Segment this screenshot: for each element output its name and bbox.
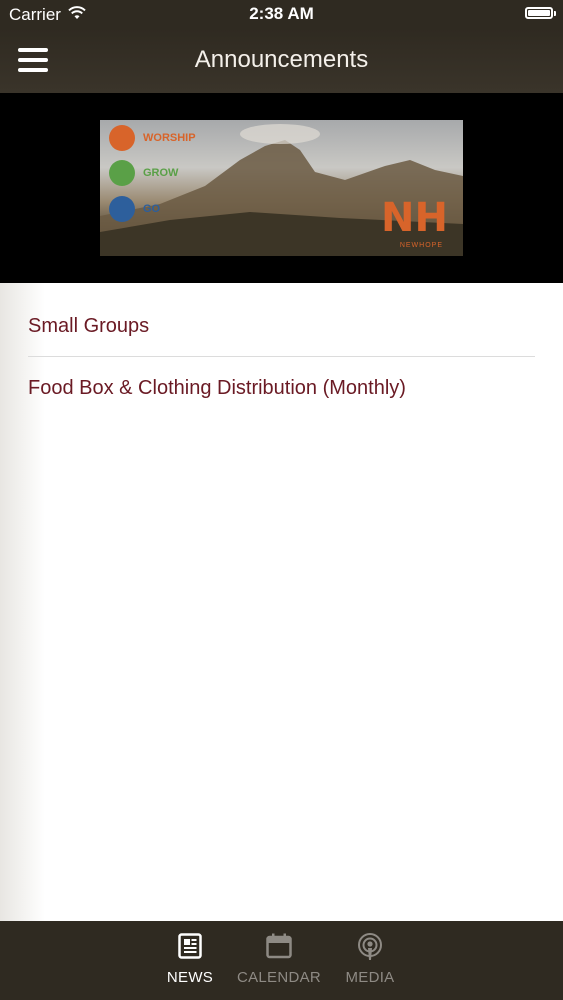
- list-item[interactable]: Small Groups: [28, 283, 535, 357]
- banner-go-label: GO: [143, 203, 161, 215]
- banner-worship: WORSHIP: [109, 125, 196, 151]
- newspaper-icon: [178, 933, 202, 964]
- tab-calendar-label: CALENDAR: [236, 969, 322, 986]
- banner-go: GO: [109, 196, 160, 222]
- tab-news[interactable]: NEWS: [160, 921, 220, 1000]
- tab-bar: NEWS CALENDAR MEDIA: [0, 921, 563, 1000]
- podcast-icon: [357, 933, 383, 966]
- worship-icon: [109, 125, 135, 151]
- status-bar: Carrier 2:38 AM: [0, 0, 563, 28]
- status-time: 2:38 AM: [249, 4, 314, 23]
- grow-icon: [109, 160, 135, 186]
- tab-calendar[interactable]: CALENDAR: [234, 921, 324, 1000]
- banner-area: WORSHIP GROW GO NH NEWHOPE: [0, 93, 563, 283]
- banner-grow: GROW: [109, 160, 178, 186]
- battery-icon: [525, 7, 556, 19]
- tab-media[interactable]: MEDIA: [338, 921, 402, 1000]
- go-icon: [109, 196, 135, 222]
- church-banner-image: WORSHIP GROW GO NH NEWHOPE: [100, 120, 463, 256]
- nav-bar: Announcements: [0, 28, 563, 93]
- nh-logo: NH: [381, 195, 448, 241]
- announcement-list: Small Groups Food Box & Clothing Distrib…: [0, 283, 563, 921]
- nh-logo-subtitle: NEWHOPE: [399, 242, 443, 249]
- page-title: Announcements: [194, 46, 369, 73]
- tab-news-label: NEWS: [166, 969, 214, 986]
- list-item[interactable]: Food Box & Clothing Distribution (Monthl…: [28, 357, 535, 405]
- tab-media-label: MEDIA: [345, 969, 395, 986]
- calendar-icon: [266, 933, 292, 964]
- banner-worship-label: WORSHIP: [143, 132, 196, 144]
- banner-grow-label: GROW: [143, 167, 179, 179]
